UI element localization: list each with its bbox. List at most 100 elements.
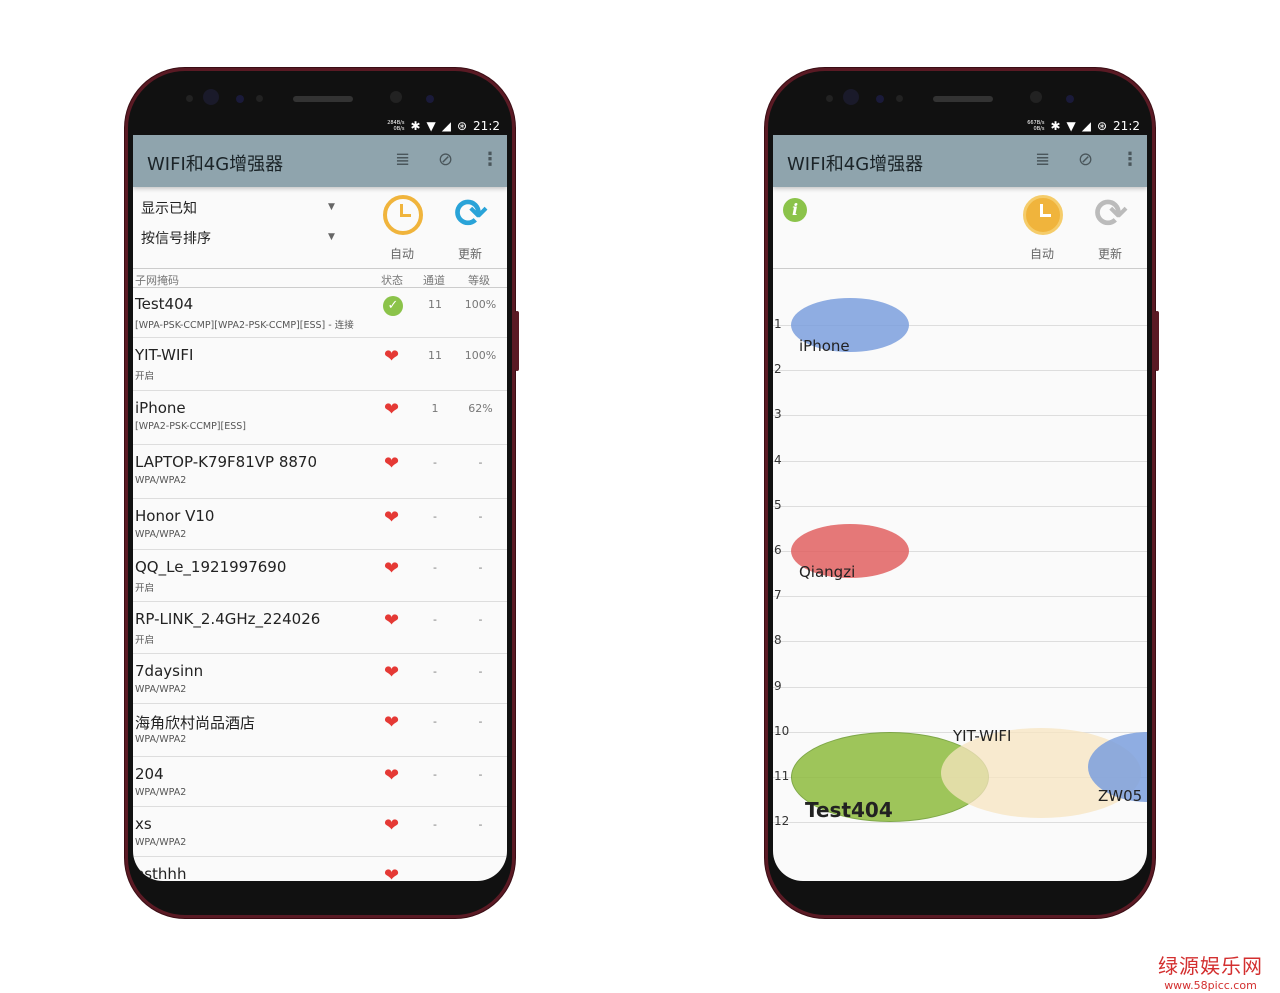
sort-dropdown[interactable]: 按信号排序: [141, 228, 211, 248]
network-security: [WPA-PSK-CCMP][WPA2-PSK-CCMP][ESS] - 连接: [135, 320, 354, 331]
heart-icon: ❤: [384, 765, 400, 786]
heart-icon: ❤: [384, 865, 400, 881]
network-row[interactable]: 海角欣村尚品酒店 WPA/WPA2 ❤ - -: [133, 704, 507, 757]
network-ssid: QQ_Le_1921997690: [135, 558, 287, 576]
network-label: ZW05: [1098, 787, 1143, 805]
channel-gridline: [773, 370, 1147, 372]
network-row[interactable]: QQ_Le_1921997690 开启 ❤ - -: [133, 550, 507, 602]
clock: 21:2: [473, 119, 500, 133]
app-bar: WIFI和4G增强器 ≣ ⊘ ⋮: [133, 135, 507, 187]
channel-label: 7: [774, 588, 782, 603]
net-speed-down: 0B/s: [393, 126, 405, 132]
network-level: -: [478, 768, 483, 781]
app-title: WIFI和4G增强器: [147, 154, 284, 175]
network-row[interactable]: YIT-WIFI 开启 ❤ 11 100%: [133, 338, 507, 391]
auto-clock-icon[interactable]: [383, 195, 423, 235]
refresh-button[interactable]: 更新: [458, 245, 482, 262]
network-level: -: [478, 613, 483, 626]
network-label: YIT-WIFI: [953, 727, 1012, 745]
network-security: WPA/WPA2: [135, 684, 187, 695]
network-row[interactable]: 7daysinn WPA/WPA2 ❤ - -: [133, 654, 507, 704]
list-header: 子网掩码 状态 通道 等级: [133, 268, 507, 288]
channel-label: 10: [774, 723, 790, 738]
channel-label: 5: [774, 497, 782, 512]
network-label: Test404: [805, 798, 893, 822]
channel-label: 4: [774, 452, 782, 467]
network-row[interactable]: Honor V10 WPA/WPA2 ❤ - -: [133, 499, 507, 550]
network-level: 62%: [468, 402, 493, 415]
network-row[interactable]: LAPTOP-K79F81VP 8870 WPA/WPA2 ❤ - -: [133, 445, 507, 499]
network-ssid: 海角欣村尚品酒店: [135, 714, 256, 732]
network-level: -: [478, 561, 483, 574]
network-level: -: [478, 510, 483, 523]
chevron-down-icon[interactable]: ▼: [328, 202, 335, 212]
status-bar: 284B/s 0B/s ✱ ▼ ◢ ⊛ 21:2: [387, 119, 500, 133]
network-channel: -: [433, 818, 437, 831]
network-row[interactable]: xs WPA/WPA2 ❤ - -: [133, 807, 507, 857]
data-saver-icon: ⊛: [456, 119, 468, 133]
connected-check-icon: ✓: [383, 296, 403, 316]
network-row[interactable]: RP-LINK_2.4GHz_224026 开启 ❤ - -: [133, 602, 507, 654]
network-channel: -: [433, 768, 437, 781]
network-ssid: xs: [135, 815, 152, 833]
network-level: -: [478, 456, 483, 469]
channel-label: 2: [774, 362, 782, 377]
compass-icon[interactable]: ⊘: [438, 149, 453, 170]
network-security: WPA/WPA2: [135, 529, 187, 540]
wifi-icon: ▼: [426, 119, 436, 133]
network-security: [WPA2-PSK-CCMP][ESS]: [135, 421, 246, 432]
bluetooth-icon: ✱: [1050, 119, 1061, 133]
heart-icon: ❤: [384, 662, 400, 683]
more-menu-icon[interactable]: ⋮: [481, 149, 499, 170]
network-level: 100%: [464, 349, 497, 362]
heart-icon: ❤: [384, 815, 400, 836]
channel-label: 6: [774, 543, 782, 557]
phone-right: 667B/s 0B/s ✱ ▼ ◢ ⊛ 21:2 WIFI和4G增强器 ≣ ⊘ ⋮ i …: [765, 68, 1159, 918]
app-screen-channel-graph: WIFI和4G增强器 ≣ ⊘ ⋮ i 自动 ⟳ 更新 1 2 3 4 5 6 7 8 9 10 11…: [773, 135, 1147, 881]
refresh-icon[interactable]: ⟳: [451, 194, 491, 235]
network-label: Qiangzi: [799, 563, 856, 581]
network-channel: 1: [431, 402, 439, 415]
network-ssid: 204: [135, 765, 164, 783]
channel-label: 8: [774, 633, 782, 648]
channel-gridline: [773, 641, 1147, 643]
network-ssid: iPhone: [135, 399, 186, 417]
channel-gridline: [773, 596, 1147, 598]
filter-dropdown[interactable]: 显示已知: [141, 198, 197, 218]
network-ssid: LAPTOP-K79F81VP 8870: [135, 453, 317, 471]
network-ssid: YIT-WIFI: [135, 346, 194, 364]
signal-icon: ◢: [441, 119, 451, 133]
network-security: 开启: [135, 583, 155, 594]
network-level: -: [478, 818, 483, 831]
channel-label: 9: [774, 678, 782, 693]
app-screen-list: WIFI和4G增强器 ≣ ⊘ ⋮ 显示已知 ▼ 按信号排序 ▼ 自动 ⟳ 更新 …: [133, 135, 507, 881]
clock: 21:2: [1113, 119, 1140, 133]
network-channel: -: [433, 561, 437, 574]
network-channel: -: [433, 510, 437, 523]
col-ssid: 子网掩码: [135, 274, 179, 287]
network-row[interactable]: iPhone [WPA2-PSK-CCMP][ESS] ❤ 1 62%: [133, 391, 507, 445]
network-channel: -: [433, 456, 437, 469]
network-row[interactable]: esthhh ❤: [133, 857, 507, 881]
heart-icon: ❤: [384, 346, 400, 367]
network-level: 100%: [464, 298, 497, 311]
chevron-down-icon[interactable]: ▼: [328, 232, 335, 242]
network-ssid: Test404: [135, 295, 194, 313]
auto-button[interactable]: 自动: [390, 245, 414, 262]
heart-icon: ❤: [384, 712, 400, 733]
wifi-icon: ▼: [1066, 119, 1076, 133]
network-level: -: [478, 715, 483, 728]
network-row[interactable]: Test404 [WPA-PSK-CCMP][WPA2-PSK-CCMP][ES…: [133, 287, 507, 338]
bluetooth-icon: ✱: [410, 119, 421, 133]
network-ssid: 7daysinn: [135, 662, 204, 680]
list-icon[interactable]: ≣: [395, 149, 410, 170]
col-channel: 通道: [423, 274, 445, 287]
signal-icon: ◢: [1081, 119, 1091, 133]
network-channel: -: [433, 613, 437, 626]
channel-gridline: [773, 505, 1147, 507]
heart-icon: ❤: [384, 453, 400, 474]
network-row[interactable]: 204 WPA/WPA2 ❤ - -: [133, 757, 507, 807]
channel-label: 3: [774, 407, 782, 422]
network-label: iPhone: [799, 337, 850, 355]
heart-icon: ❤: [384, 507, 400, 528]
